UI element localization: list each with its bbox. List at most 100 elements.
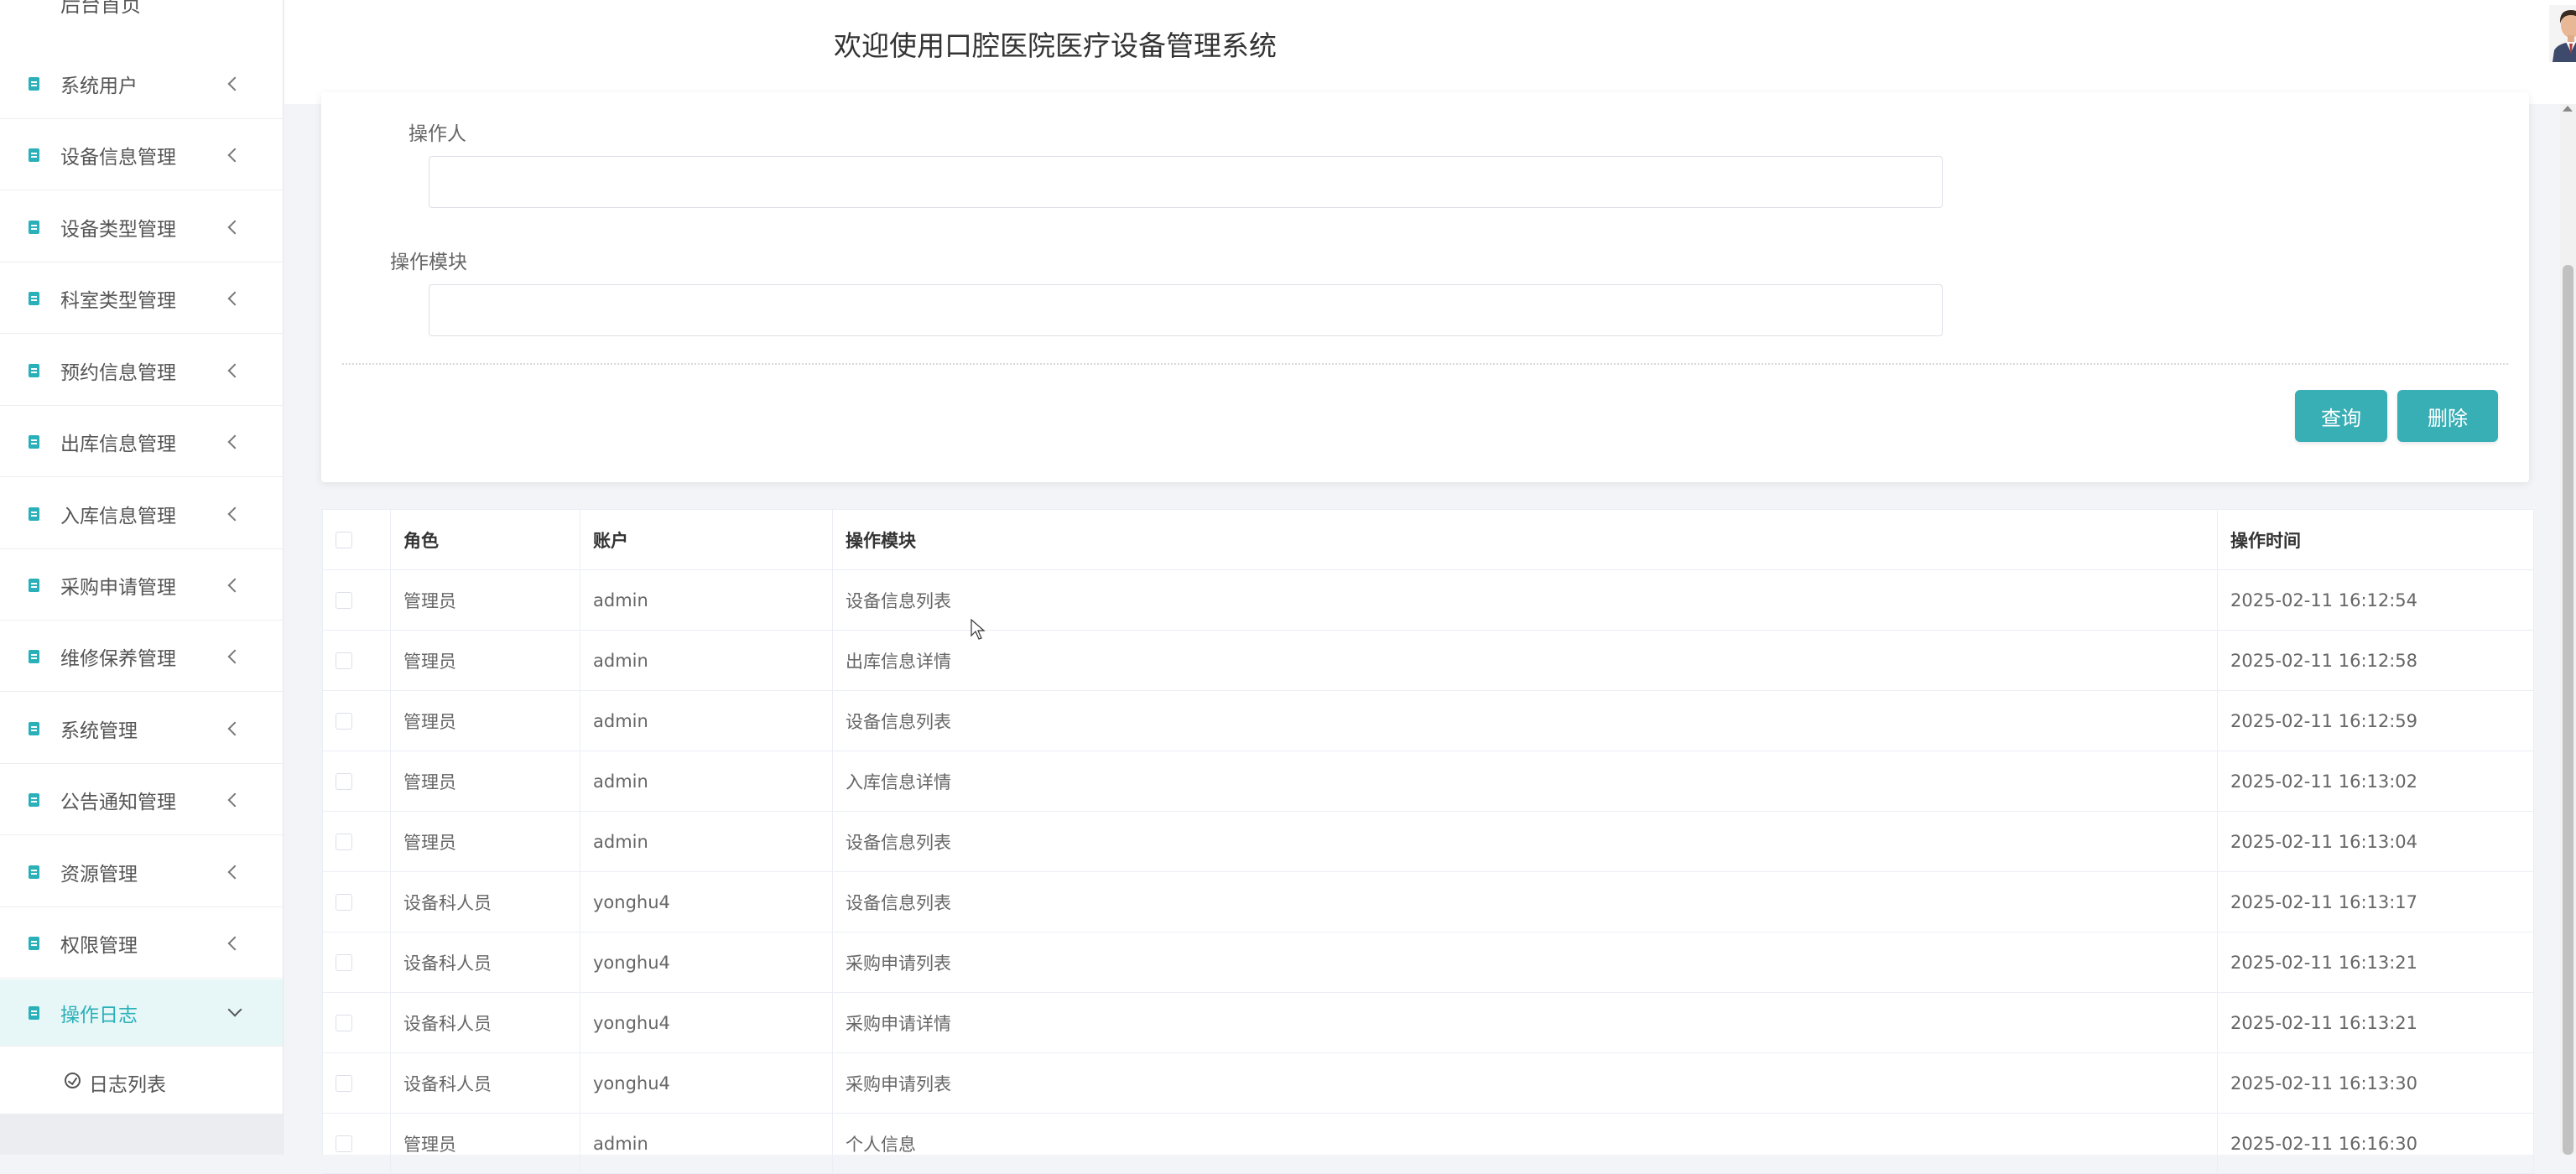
cell-time: 2025-02-11 16:12:59 — [2218, 691, 2534, 751]
cell-account: yonghu4 — [580, 993, 833, 1053]
sidebar-item-department-type[interactable]: 科室类型管理 — [0, 263, 283, 334]
cell-time: 2025-02-11 16:13:21 — [2218, 993, 2534, 1053]
cell-module: 入库信息详情 — [833, 751, 2218, 812]
chevron-left-icon — [227, 792, 242, 807]
sidebar-item-label: 维修保养管理 — [60, 647, 176, 670]
sidebar-item-resources[interactable]: 资源管理 — [0, 837, 283, 907]
chevron-left-icon — [227, 220, 242, 234]
cell-module: 出库信息详情 — [833, 631, 2218, 691]
table-row[interactable]: 管理员 admin 设备信息列表 2025-02-11 16:12:54 — [323, 570, 2534, 631]
sidebar-item-label: 科室类型管理 — [60, 289, 176, 312]
clock-icon — [65, 1073, 81, 1088]
document-icon — [29, 363, 39, 377]
sidebar-item-operation-log[interactable]: 操作日志 — [0, 979, 283, 1047]
cell-time: 2025-02-11 16:13:30 — [2218, 1053, 2534, 1114]
cell-account: admin — [580, 631, 833, 691]
row-check-cell — [323, 691, 391, 751]
row-checkbox[interactable] — [336, 894, 352, 911]
sidebar-item-label: 入库信息管理 — [60, 505, 176, 527]
table-row[interactable]: 管理员 admin 设备信息列表 2025-02-11 16:13:04 — [323, 812, 2534, 872]
document-icon — [29, 434, 39, 449]
page-title: 欢迎使用口腔医院医疗设备管理系统 — [834, 29, 1277, 62]
sidebar-item-maintenance[interactable]: 维修保养管理 — [0, 621, 283, 692]
cell-module: 采购申请列表 — [833, 1053, 2218, 1114]
row-checkbox[interactable] — [336, 1075, 352, 1092]
table-row[interactable]: 管理员 admin 入库信息详情 2025-02-11 16:13:02 — [323, 751, 2534, 812]
search-panel: 操作人 操作模块 查询 删除 — [321, 92, 2529, 482]
cell-role: 管理员 — [391, 691, 580, 751]
sidebar-item-system-users[interactable]: 系统用户 — [0, 49, 283, 119]
cell-role: 设备科人员 — [391, 1053, 580, 1114]
sidebar-item-label: 系统用户 — [60, 75, 138, 97]
cell-account: admin — [580, 691, 833, 751]
row-checkbox[interactable] — [336, 592, 352, 609]
select-all-checkbox[interactable] — [336, 532, 352, 548]
cell-account: yonghu4 — [580, 872, 833, 932]
cell-time: 2025-02-11 16:13:17 — [2218, 872, 2534, 932]
table-row[interactable]: 管理员 admin 个人信息 2025-02-11 16:16:30 — [323, 1114, 2534, 1174]
row-checkbox[interactable] — [336, 1015, 352, 1031]
table-row[interactable]: 设备科人员 yonghu4 采购申请列表 2025-02-11 16:13:21 — [323, 932, 2534, 993]
table-row[interactable]: 设备科人员 yonghu4 采购申请列表 2025-02-11 16:13:30 — [323, 1053, 2534, 1114]
chevron-left-icon — [227, 506, 242, 521]
cell-module: 个人信息 — [833, 1114, 2218, 1174]
divider — [342, 363, 2508, 365]
module-input[interactable] — [429, 284, 1943, 336]
cell-account: admin — [580, 570, 833, 631]
table-header-row: 角色 账户 操作模块 操作时间 — [323, 510, 2534, 570]
cell-time: 2025-02-11 16:12:54 — [2218, 570, 2534, 631]
table-row[interactable]: 设备科人员 yonghu4 设备信息列表 2025-02-11 16:13:17 — [323, 872, 2534, 932]
sidebar-item-permissions[interactable]: 权限管理 — [0, 908, 283, 979]
row-checkbox[interactable] — [336, 1135, 352, 1152]
column-header-role[interactable]: 角色 — [391, 510, 580, 570]
cell-module: 设备信息列表 — [833, 570, 2218, 631]
log-table: 角色 账户 操作模块 操作时间 管理员 admin 设备信息列表 2025-02… — [322, 509, 2534, 1174]
row-check-cell — [323, 751, 391, 812]
table-row[interactable]: 管理员 admin 设备信息列表 2025-02-11 16:12:59 — [323, 691, 2534, 751]
column-header-account[interactable]: 账户 — [580, 510, 833, 570]
sidebar-item-appointment[interactable]: 预约信息管理 — [0, 335, 283, 406]
column-header-module[interactable]: 操作模块 — [833, 510, 2218, 570]
cell-account: admin — [580, 1114, 833, 1174]
sidebar-item-purchase[interactable]: 采购申请管理 — [0, 550, 283, 621]
submenu-item-log-list[interactable]: 日志列表 — [0, 1047, 283, 1114]
document-icon — [29, 936, 39, 950]
cell-role: 管理员 — [391, 751, 580, 812]
sidebar-item-label: 设备类型管理 — [60, 218, 176, 241]
sidebar-item-inbound[interactable]: 入库信息管理 — [0, 479, 283, 549]
column-header-time[interactable]: 操作时间 — [2218, 510, 2534, 570]
query-button[interactable]: 查询 — [2295, 390, 2387, 442]
row-check-cell — [323, 993, 391, 1053]
sidebar-item-device-info[interactable]: 设备信息管理 — [0, 120, 283, 190]
chevron-down-icon — [227, 1002, 242, 1016]
sidebar-item-label: 操作日志 — [60, 1004, 138, 1026]
table-row[interactable]: 管理员 admin 出库信息详情 2025-02-11 16:12:58 — [323, 631, 2534, 691]
cell-role: 管理员 — [391, 812, 580, 872]
delete-button[interactable]: 删除 — [2397, 390, 2498, 442]
row-checkbox[interactable] — [336, 834, 352, 850]
document-icon — [29, 792, 39, 807]
avatar[interactable] — [2549, 5, 2576, 62]
scrollbar-thumb[interactable] — [2563, 265, 2573, 1155]
sidebar-item-label: 系统管理 — [60, 719, 138, 742]
cell-time: 2025-02-11 16:12:58 — [2218, 631, 2534, 691]
cell-role: 管理员 — [391, 570, 580, 631]
sidebar-item-home[interactable]: 后台首页 — [60, 0, 141, 18]
row-checkbox[interactable] — [336, 713, 352, 730]
row-checkbox[interactable] — [336, 773, 352, 790]
scroll-up-icon[interactable] — [2563, 106, 2573, 112]
sidebar-item-outbound[interactable]: 出库信息管理 — [0, 407, 283, 477]
sidebar-item-device-type[interactable]: 设备类型管理 — [0, 192, 283, 262]
sidebar-item-announcement[interactable]: 公告通知管理 — [0, 765, 283, 835]
cell-account: yonghu4 — [580, 932, 833, 993]
operator-input[interactable] — [429, 156, 1943, 208]
cell-role: 管理员 — [391, 631, 580, 691]
row-checkbox[interactable] — [336, 652, 352, 669]
table-row[interactable]: 设备科人员 yonghu4 采购申请详情 2025-02-11 16:13:21 — [323, 993, 2534, 1053]
cell-module: 采购申请列表 — [833, 932, 2218, 993]
sidebar-item-label: 资源管理 — [60, 863, 138, 886]
sidebar-item-system-management[interactable]: 系统管理 — [0, 693, 283, 764]
row-checkbox[interactable] — [336, 954, 352, 971]
cell-account: yonghu4 — [580, 1053, 833, 1114]
chevron-left-icon — [227, 434, 242, 449]
